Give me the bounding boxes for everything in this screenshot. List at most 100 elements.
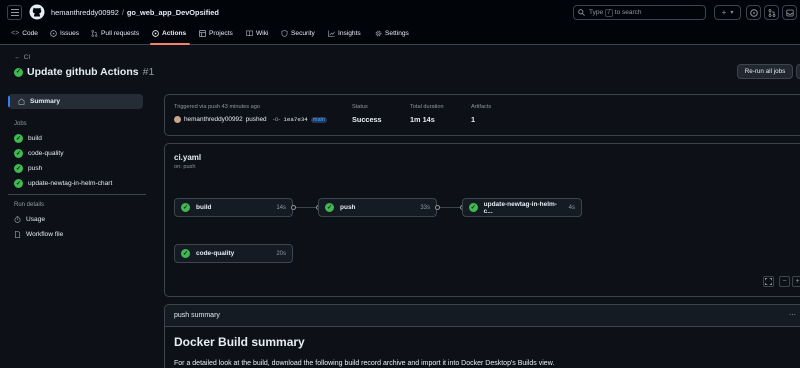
push-summary-title: push summary: [174, 312, 220, 319]
artifacts-label: Artifacts: [471, 104, 492, 110]
repo-name-link[interactable]: go_web_app_DevOpsified: [127, 8, 219, 17]
tab-insights-label: Insights: [338, 30, 361, 37]
tab-security-label: Security: [291, 30, 315, 37]
sidebar-item-job[interactable]: ✓ push: [14, 164, 42, 173]
job-name: code-quality: [196, 250, 235, 257]
tab-issues[interactable]: Issues: [50, 30, 79, 37]
check-circle-icon: ✓: [14, 179, 23, 188]
artifacts-value[interactable]: 1: [471, 115, 475, 124]
sidebar-job-label: code-quality: [28, 150, 64, 157]
zoom-out-button[interactable]: −: [779, 276, 790, 287]
notifications-button[interactable]: [782, 5, 797, 20]
git-pull-request-icon: [768, 8, 775, 17]
tab-settings[interactable]: Settings: [375, 30, 409, 37]
job-duration: 20s: [276, 250, 286, 257]
code-icon: <>: [11, 30, 20, 37]
sidebar-item-job[interactable]: ✓ update-newtag-in-helm-chart: [14, 179, 112, 188]
sidebar-item-summary-label: Summary: [30, 98, 61, 105]
page-title: ✓ Update github Actions #1: [14, 66, 154, 78]
back-to-workflow-link[interactable]: ← CI: [14, 54, 30, 61]
sidebar-item-workflow-file[interactable]: Workflow file: [14, 231, 63, 238]
selected-indicator: [8, 96, 10, 107]
search-placeholder-suffix: to search: [614, 9, 642, 16]
job-node-push[interactable]: ✓ push 33s: [318, 198, 437, 217]
active-tab-indicator: [150, 43, 190, 45]
job-node-build[interactable]: ✓ build 14s: [174, 198, 293, 217]
status-value: Success: [352, 115, 382, 124]
fullscreen-button[interactable]: [763, 276, 774, 287]
repo-owner-link[interactable]: hemanthreddy00992: [51, 8, 119, 17]
tab-insights[interactable]: Insights: [328, 30, 361, 37]
job-duration: 14s: [276, 204, 286, 211]
tab-projects-label: Projects: [209, 30, 233, 37]
jobs-heading: Jobs: [14, 121, 27, 127]
tab-wiki[interactable]: Wiki: [246, 30, 268, 37]
job-node-code-quality[interactable]: ✓ code-quality 20s: [174, 244, 293, 263]
git-commit-icon: -o-: [272, 116, 281, 123]
tab-code[interactable]: <> Code: [11, 30, 38, 37]
sidebar-item-job[interactable]: ✓ code-quality: [14, 149, 64, 158]
check-circle-icon: ✓: [14, 67, 23, 77]
issues-button[interactable]: [746, 5, 761, 20]
total-duration-label: Total duration: [410, 104, 444, 110]
pull-requests-button[interactable]: [764, 5, 779, 20]
tab-issues-label: Issues: [60, 30, 80, 37]
gear-icon: [375, 30, 382, 37]
sidebar-job-label: build: [28, 135, 42, 142]
sidebar-item-job[interactable]: ✓ build: [14, 134, 42, 143]
kebab-menu-icon[interactable]: ⋯: [789, 311, 796, 319]
sidebar-item-workflow-file-label: Workflow file: [26, 231, 64, 238]
rerun-all-jobs-button[interactable]: Re-run all jobs: [737, 64, 793, 79]
check-circle-icon: ✓: [14, 164, 23, 173]
file-icon: [14, 231, 21, 238]
search-input[interactable]: Type / to search: [573, 5, 706, 20]
sidebar-item-usage-label: Usage: [26, 216, 46, 223]
job-node-update-newtag[interactable]: ✓ update-newtag-in-helm-c... 4s: [462, 198, 582, 217]
tab-pull-requests[interactable]: Pull requests: [91, 30, 139, 37]
search-placeholder-prefix: Type: [589, 9, 604, 16]
tab-actions[interactable]: Actions: [152, 30, 186, 37]
trigger-label: Triggered via push 43 minutes ago: [174, 104, 260, 110]
commit-sha-link[interactable]: 1ea7e34: [283, 116, 307, 123]
git-pull-request-icon: [91, 30, 98, 37]
sidebar-item-usage[interactable]: Usage: [14, 216, 45, 223]
issue-opened-icon: [50, 30, 57, 37]
status-label: Status: [352, 104, 368, 110]
commit-info: hemanthreddy00992 pushed -o- 1ea7e34 mai…: [174, 116, 327, 123]
run-details-heading: Run details: [14, 202, 45, 208]
branch-badge[interactable]: main: [310, 116, 327, 123]
github-logo-icon[interactable]: [29, 4, 45, 20]
sidebar-divider: [8, 194, 146, 195]
book-icon: [246, 30, 253, 37]
connector-dot: [435, 205, 440, 210]
job-name: push: [340, 204, 356, 211]
more-options-button[interactable]: [796, 64, 800, 79]
tab-security[interactable]: Security: [281, 30, 315, 37]
docker-build-description: For a detailed look at the build, downlo…: [174, 360, 555, 367]
shield-icon: [281, 30, 288, 37]
run-summary-card: [164, 94, 800, 136]
arrow-left-icon: ←: [14, 54, 21, 61]
zoom-in-button[interactable]: +: [792, 276, 800, 287]
connector-dot: [291, 205, 296, 210]
table-icon: [199, 30, 206, 37]
docker-build-heading: Docker Build summary: [174, 335, 305, 349]
workflow-file-name: ci.yaml: [174, 153, 202, 162]
breadcrumb-separator: /: [121, 8, 124, 17]
chevron-down-icon: ▾: [730, 10, 734, 16]
check-circle-icon: ✓: [325, 203, 334, 212]
plus-icon: +: [721, 8, 727, 17]
tab-projects[interactable]: Projects: [199, 30, 233, 37]
menu-button[interactable]: [7, 5, 22, 20]
sidebar-item-summary[interactable]: Summary: [8, 94, 143, 109]
tab-settings-label: Settings: [385, 30, 409, 37]
run-title-text: Update github Actions: [27, 66, 139, 78]
push-summary-header: [165, 305, 800, 327]
tab-pull-requests-label: Pull requests: [101, 30, 140, 37]
total-duration-value: 1m 14s: [410, 115, 435, 124]
create-new-button[interactable]: + ▾: [714, 5, 741, 20]
workflow-trigger: on: push: [174, 164, 196, 170]
trigger-action: pushed: [245, 116, 267, 123]
actor-link[interactable]: hemanthreddy00992: [184, 116, 243, 123]
avatar: [174, 116, 181, 123]
